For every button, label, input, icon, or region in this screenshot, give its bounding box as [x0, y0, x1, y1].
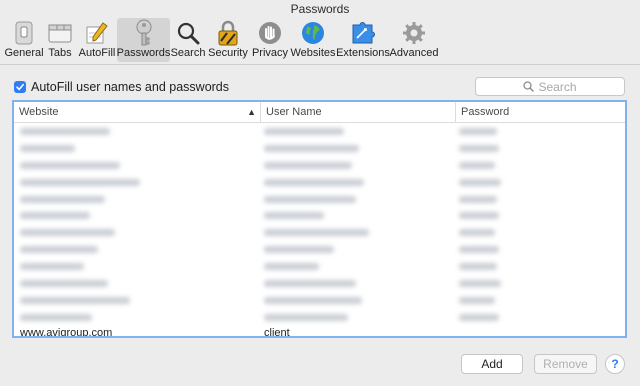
- globe-icon: [300, 20, 326, 46]
- hand-icon: [257, 20, 283, 46]
- tab-websites-label: Websites: [290, 47, 336, 59]
- remove-button[interactable]: Remove: [534, 354, 597, 374]
- table-row[interactable]: www.avigroup.com client: [14, 326, 625, 338]
- tabs-icon: [47, 20, 73, 46]
- tab-general[interactable]: General: [4, 18, 44, 62]
- table-rows: www.avigroup.com client: [14, 123, 625, 338]
- table-row[interactable]: [14, 123, 625, 140]
- tab-advanced-label: Advanced: [389, 47, 439, 59]
- table-row[interactable]: [14, 191, 625, 208]
- column-header-password-label: Password: [461, 106, 510, 118]
- table-header: Website ▲ User Name Password: [14, 102, 625, 123]
- table-row[interactable]: [14, 309, 625, 326]
- tab-security[interactable]: Security: [207, 18, 249, 62]
- table-row[interactable]: [14, 224, 625, 241]
- tab-security-label: Security: [208, 47, 248, 59]
- search-icon: [523, 81, 535, 92]
- website-cell: www.avigroup.com: [20, 326, 113, 338]
- column-header-website-label: Website: [19, 106, 59, 118]
- tab-passwords[interactable]: Passwords: [117, 18, 170, 62]
- tab-privacy-label: Privacy: [251, 47, 289, 59]
- tab-extensions[interactable]: Extensions: [336, 18, 390, 62]
- table-row[interactable]: [14, 258, 625, 275]
- passwords-table[interactable]: Website ▲ User Name Password www.avigrou…: [12, 100, 627, 338]
- pencil-icon: [84, 20, 110, 46]
- column-header-username[interactable]: User Name: [260, 102, 455, 122]
- search-field[interactable]: Search: [475, 77, 625, 96]
- tab-autofill[interactable]: AutoFill: [78, 18, 116, 62]
- username-cell: client: [264, 326, 290, 338]
- magnifier-icon: [175, 20, 201, 46]
- key-icon: [131, 19, 157, 46]
- tab-privacy[interactable]: Privacy: [251, 18, 289, 62]
- tab-autofill-label: AutoFill: [78, 47, 116, 59]
- puzzle-icon: [350, 20, 376, 46]
- tab-advanced[interactable]: Advanced: [389, 18, 439, 62]
- column-header-password[interactable]: Password: [455, 102, 625, 122]
- tab-search[interactable]: Search: [171, 18, 205, 62]
- table-row[interactable]: [14, 157, 625, 174]
- tab-passwords-label: Passwords: [116, 47, 171, 59]
- table-row[interactable]: [14, 241, 625, 258]
- switch-icon: [11, 20, 37, 46]
- window-title: Passwords: [290, 2, 350, 16]
- table-row[interactable]: [14, 140, 625, 157]
- tab-websites[interactable]: Websites: [290, 18, 336, 62]
- column-header-username-label: User Name: [266, 106, 322, 118]
- autofill-checkbox[interactable]: [14, 81, 26, 93]
- column-header-website[interactable]: Website ▲: [14, 102, 260, 122]
- table-row[interactable]: [14, 275, 625, 292]
- add-button[interactable]: Add: [461, 354, 523, 374]
- search-placeholder: Search: [538, 79, 577, 94]
- tab-tabs-label: Tabs: [48, 47, 72, 59]
- table-row[interactable]: [14, 292, 625, 309]
- lock-icon: [215, 20, 241, 46]
- table-row[interactable]: [14, 174, 625, 191]
- checkmark-icon: [16, 83, 24, 91]
- tab-extensions-label: Extensions: [336, 47, 390, 59]
- autofill-checkbox-row[interactable]: AutoFill user names and passwords: [14, 79, 229, 95]
- tab-search-label: Search: [170, 47, 206, 59]
- tab-tabs[interactable]: Tabs: [45, 18, 75, 62]
- sort-ascending-icon: ▲: [247, 107, 256, 117]
- autofill-checkbox-label: AutoFill user names and passwords: [31, 80, 230, 94]
- table-row[interactable]: [14, 207, 625, 224]
- preferences-toolbar: General Tabs AutoFill Passwords Search S…: [0, 18, 640, 65]
- help-button[interactable]: ?: [605, 354, 625, 374]
- tab-general-label: General: [4, 47, 44, 59]
- gear-icon: [401, 20, 427, 46]
